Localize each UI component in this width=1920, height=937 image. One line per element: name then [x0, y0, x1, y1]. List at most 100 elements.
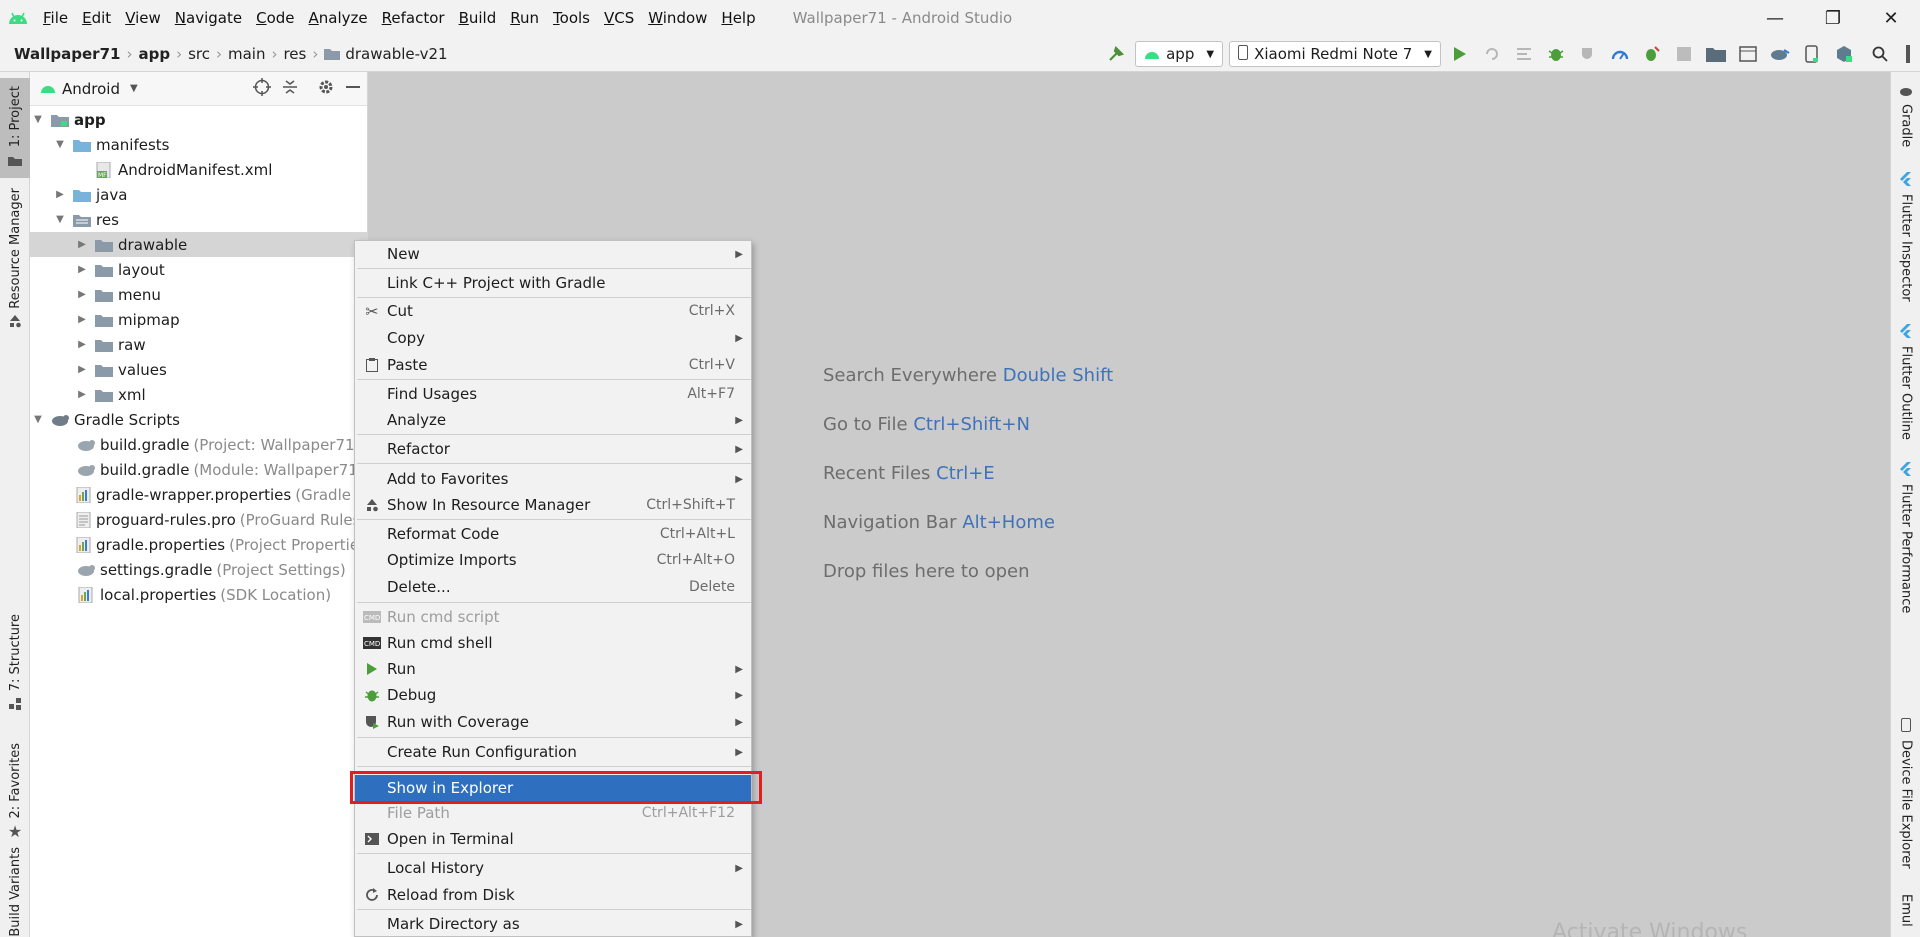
tree-item-mipmap[interactable]: ▶ mipmap	[30, 307, 368, 332]
expanded-arrow-icon[interactable]: ▼	[54, 139, 66, 150]
menu-item-find-usages[interactable]: Find Usages Alt+F7	[355, 381, 751, 407]
tab-resource-manager[interactable]: Resource Manager	[0, 188, 30, 330]
menu-item-run[interactable]: Run ▶	[355, 656, 751, 682]
menu-item-add-to-favorites[interactable]: Add to Favorites ▶	[355, 466, 751, 492]
menu-edit[interactable]: Edit	[75, 0, 118, 36]
menu-item-create-run-configuration[interactable]: Create Run Configuration ▶	[355, 739, 751, 765]
menu-item-reformat-code[interactable]: Reformat Code Ctrl+Alt+L	[355, 521, 751, 547]
project-structure-icon[interactable]	[1700, 36, 1732, 72]
tab-project[interactable]: 1: Project	[0, 78, 30, 178]
collapsed-arrow-icon[interactable]: ▶	[76, 264, 88, 275]
menu-refactor[interactable]: Refactor	[375, 0, 452, 36]
more-icon[interactable]	[1896, 36, 1920, 72]
menu-item-open-in-terminal[interactable]: Open in Terminal	[355, 826, 751, 852]
menu-item-link-cpp[interactable]: Link C++ Project with Gradle	[355, 270, 751, 296]
menu-item-copy[interactable]: Copy ▶	[355, 325, 751, 351]
menu-item-debug[interactable]: Debug ▶	[355, 682, 751, 708]
tab-flutter-performance[interactable]: Flutter Performance	[1891, 462, 1920, 613]
collapse-all-icon[interactable]	[281, 78, 299, 100]
tree-item-build-gradle-module[interactable]: build.gradle (Module: Wallpaper71.ap	[30, 457, 368, 482]
collapsed-arrow-icon[interactable]: ▶	[76, 364, 88, 375]
menu-item-show-in-resource-manager[interactable]: Show In Resource Manager Ctrl+Shift+T	[355, 492, 751, 518]
minimize-icon[interactable]: —	[1746, 0, 1804, 36]
profiler-icon[interactable]	[1604, 36, 1636, 72]
debug-icon[interactable]	[1540, 36, 1572, 72]
menu-help[interactable]: Help	[714, 0, 762, 36]
tree-item-raw[interactable]: ▶ raw	[30, 332, 368, 357]
project-view-mode[interactable]: Android	[62, 80, 120, 98]
breadcrumb-main[interactable]: main	[228, 45, 265, 63]
menu-file[interactable]: File	[36, 0, 75, 36]
tab-structure[interactable]: 7: Structure	[0, 614, 30, 714]
search-icon[interactable]	[1864, 36, 1896, 72]
avd-manager-icon[interactable]	[1796, 36, 1828, 72]
sync-gradle-icon[interactable]	[1764, 36, 1796, 72]
apply-changes-icon[interactable]	[1476, 36, 1508, 72]
collapsed-arrow-icon[interactable]: ▶	[54, 189, 66, 200]
tree-item-gradle-properties[interactable]: gradle.properties (Project Properties)	[30, 532, 368, 557]
menu-navigate[interactable]: Navigate	[168, 0, 249, 36]
breadcrumb-drawable-v21[interactable]: drawable-v21	[345, 45, 447, 63]
breadcrumb-src[interactable]: src	[188, 45, 210, 63]
menu-item-refactor[interactable]: Refactor ▶	[355, 436, 751, 462]
menu-item-mark-directory-as[interactable]: Mark Directory as ▶	[355, 911, 751, 936]
terminal-window-icon[interactable]	[1732, 36, 1764, 72]
restore-icon[interactable]: ❐	[1804, 0, 1862, 36]
menu-item-new[interactable]: New ▶	[355, 241, 751, 267]
menu-item-run-cmd-shell[interactable]: CMD Run cmd shell	[355, 630, 751, 656]
menu-tools[interactable]: Tools	[546, 0, 597, 36]
tree-item-menu[interactable]: ▶ menu	[30, 282, 368, 307]
tree-item-gradle-scripts[interactable]: ▼ Gradle Scripts	[30, 407, 368, 432]
device-select[interactable]: Xiaomi Redmi Note 7 ▼	[1229, 41, 1441, 67]
stop-icon[interactable]	[1668, 36, 1700, 72]
caret-down-icon[interactable]: ▼	[130, 83, 138, 94]
tree-item-values[interactable]: ▶ values	[30, 357, 368, 382]
hammer-build-icon[interactable]	[1100, 36, 1132, 72]
tree-item-layout[interactable]: ▶ layout	[30, 257, 368, 282]
collapsed-arrow-icon[interactable]: ▶	[76, 339, 88, 350]
tree-item-drawable[interactable]: ▶ drawable	[30, 232, 368, 257]
menu-item-paste[interactable]: Paste Ctrl+V	[355, 352, 751, 378]
tab-device-file-explorer[interactable]: Device File Explorer	[1891, 718, 1920, 869]
menu-item-run-cmd-script[interactable]: CMD Run cmd script	[355, 604, 751, 630]
expanded-arrow-icon[interactable]: ▼	[54, 214, 66, 225]
tree-item-gradle-wrapper-properties[interactable]: gradle-wrapper.properties (Gradle Ver	[30, 482, 368, 507]
menu-item-reload-from-disk[interactable]: Reload from Disk	[355, 882, 751, 908]
tree-item-settings-gradle[interactable]: settings.gradle (Project Settings)	[30, 557, 368, 582]
breadcrumb-app[interactable]: app	[138, 45, 170, 63]
attach-debugger-icon[interactable]	[1636, 36, 1668, 72]
tab-emulator[interactable]: Emul	[1891, 894, 1920, 927]
expanded-arrow-icon[interactable]: ▼	[32, 414, 44, 425]
menu-analyze[interactable]: Analyze	[302, 0, 375, 36]
sdk-manager-icon[interactable]	[1828, 36, 1860, 72]
collapsed-arrow-icon[interactable]: ▶	[76, 289, 88, 300]
menu-item-run-with-coverage[interactable]: Run with Coverage ▶	[355, 709, 751, 735]
locate-icon[interactable]	[253, 78, 271, 100]
menu-item-analyze[interactable]: Analyze ▶	[355, 407, 751, 433]
run-config-select[interactable]: app ▼	[1135, 41, 1224, 67]
tree-item-xml[interactable]: ▶ xml	[30, 382, 368, 407]
tab-gradle[interactable]: Gradle	[1891, 84, 1920, 147]
run-icon[interactable]	[1444, 36, 1476, 72]
breadcrumb-res[interactable]: res	[283, 45, 306, 63]
hide-panel-icon[interactable]	[345, 78, 361, 100]
tree-item-proguard-rules[interactable]: proguard-rules.pro (ProGuard Rules fo	[30, 507, 368, 532]
collapsed-arrow-icon[interactable]: ▶	[76, 239, 88, 250]
tab-flutter-inspector[interactable]: Flutter Inspector	[1891, 172, 1920, 302]
menu-run[interactable]: Run	[503, 0, 546, 36]
tree-item-androidmanifest[interactable]: MF AndroidManifest.xml	[30, 157, 368, 182]
tab-build-variants[interactable]: Build Variants	[0, 847, 30, 937]
close-icon[interactable]: ✕	[1862, 0, 1920, 36]
apply-code-changes-icon[interactable]	[1508, 36, 1540, 72]
tree-item-res[interactable]: ▼ res	[30, 207, 368, 232]
menu-code[interactable]: Code	[249, 0, 301, 36]
menu-window[interactable]: Window	[641, 0, 714, 36]
menu-build[interactable]: Build	[452, 0, 504, 36]
gear-icon[interactable]	[317, 78, 335, 100]
tree-item-build-gradle-project[interactable]: build.gradle (Project: Wallpaper71)	[30, 432, 368, 457]
tree-item-manifests[interactable]: ▼ manifests	[30, 132, 368, 157]
tab-flutter-outline[interactable]: Flutter Outline	[1891, 324, 1920, 440]
tree-item-local-properties[interactable]: local.properties (SDK Location)	[30, 582, 368, 607]
menu-item-optimize-imports[interactable]: Optimize Imports Ctrl+Alt+O	[355, 547, 751, 573]
breadcrumb-project[interactable]: Wallpaper71	[14, 45, 120, 63]
